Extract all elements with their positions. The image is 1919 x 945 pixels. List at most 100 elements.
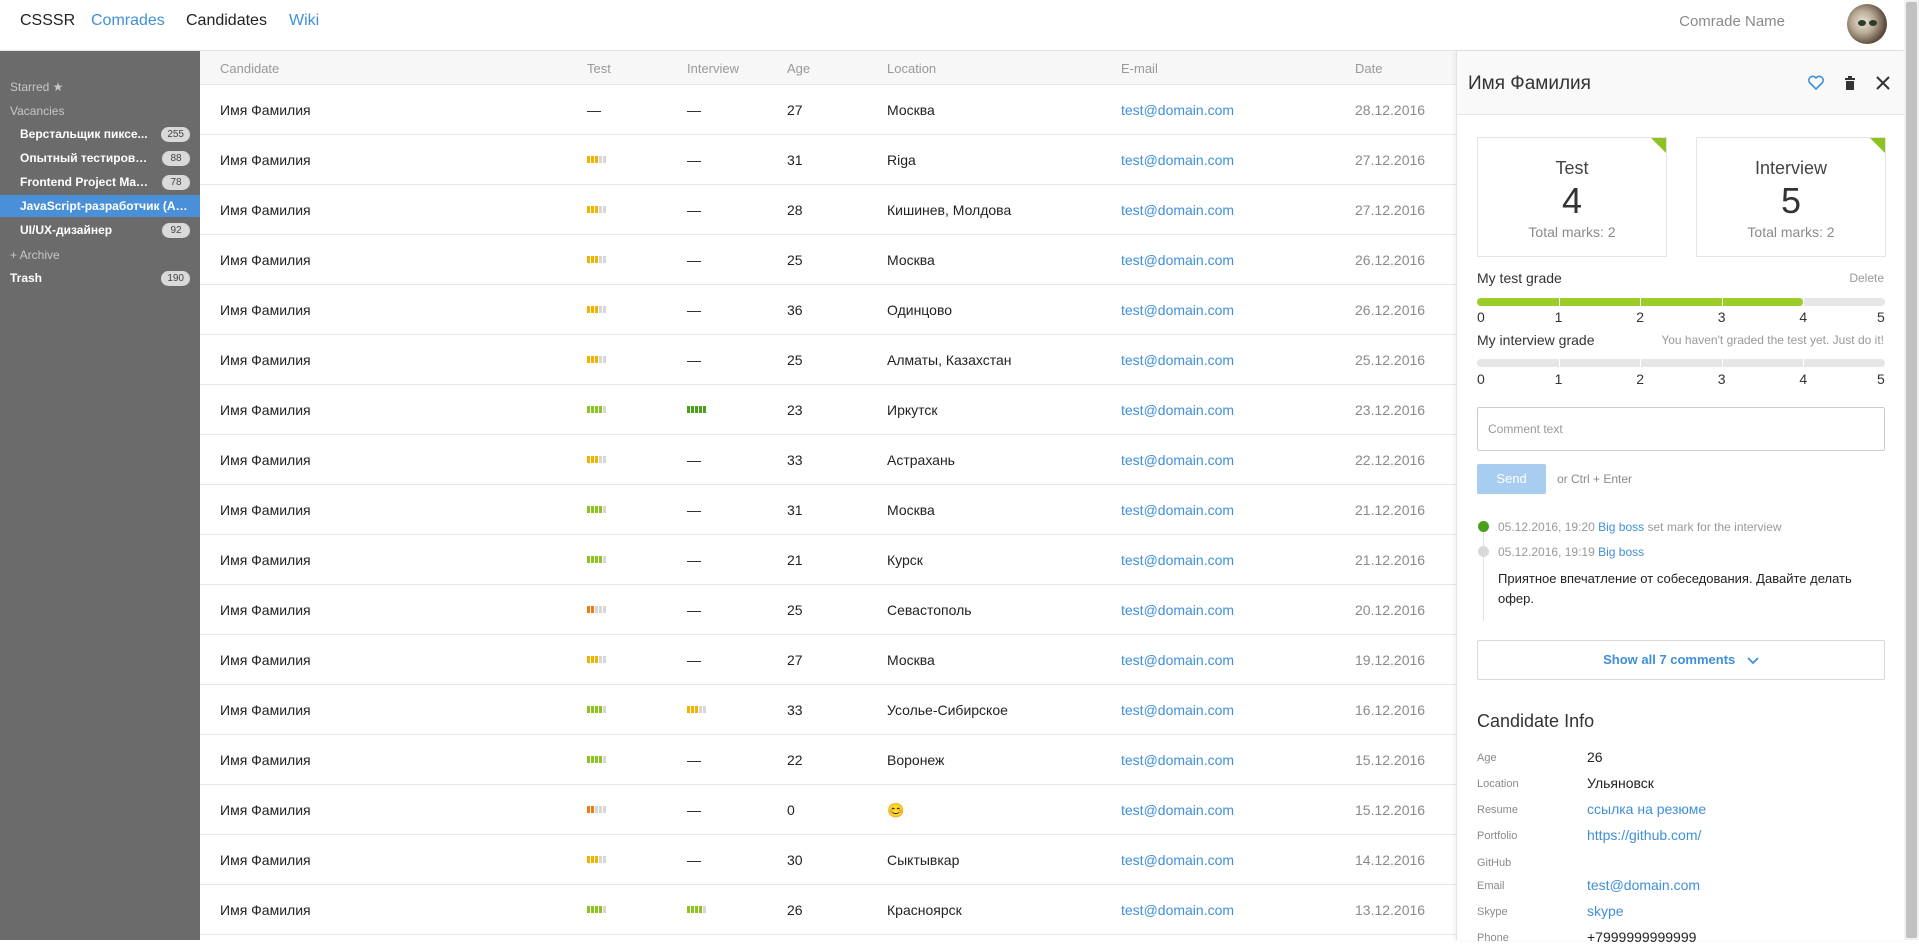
info-value-link[interactable]: skype bbox=[1587, 903, 1624, 919]
table-row[interactable]: Имя Фамилия — 0 😊 test@domain.com 15.12.2016 bbox=[200, 785, 1456, 835]
column-header-email[interactable]: E-mail bbox=[1121, 61, 1158, 76]
candidate-email-link[interactable]: test@domain.com bbox=[1121, 502, 1234, 518]
info-value-link[interactable]: https://github.com/ bbox=[1587, 827, 1701, 843]
candidate-name[interactable]: Имя Фамилия bbox=[220, 202, 311, 218]
candidate-email-link[interactable]: test@domain.com bbox=[1121, 852, 1234, 868]
table-row[interactable]: Имя Фамилия — 28 Кишинев, Молдова test@domai… bbox=[200, 185, 1456, 235]
table-row[interactable]: Имя Фамилия — 21 Курск test@domain.com 21.12.… bbox=[200, 535, 1456, 585]
table-row[interactable]: Имя Фамилия 23 Иркутск test@domain.com 23.12… bbox=[200, 385, 1456, 435]
table-row[interactable]: Имя Фамилия — 27 Москва test@domain.com 19.12… bbox=[200, 635, 1456, 685]
table-row[interactable]: Имя Фамилия 33 Усолье-Сибирское test@domain… bbox=[200, 685, 1456, 735]
timeline-author-link[interactable]: Big boss bbox=[1598, 545, 1644, 559]
candidate-name[interactable]: Имя Фамилия bbox=[220, 152, 311, 168]
send-button[interactable]: Send bbox=[1477, 464, 1546, 494]
timeline-author-link[interactable]: Big boss bbox=[1598, 520, 1644, 534]
grade-scale-number[interactable]: 5 bbox=[1877, 309, 1885, 325]
candidate-email-link[interactable]: test@domain.com bbox=[1121, 202, 1234, 218]
candidate-name[interactable]: Имя Фамилия bbox=[220, 752, 311, 768]
grade-scale-number[interactable]: 0 bbox=[1477, 371, 1485, 387]
candidate-email-link[interactable]: test@domain.com bbox=[1121, 652, 1234, 668]
table-row[interactable]: Имя Фамилия — 33 Астрахань test@domain.com 22… bbox=[200, 435, 1456, 485]
candidate-email-link[interactable]: test@domain.com bbox=[1121, 452, 1234, 468]
sidebar-item-trash[interactable]: Trash 190 bbox=[0, 267, 200, 289]
column-header-location[interactable]: Location bbox=[887, 61, 936, 76]
candidate-name[interactable]: Имя Фамилия bbox=[220, 502, 311, 518]
table-row[interactable]: Имя Фамилия — 25 Севастополь test@domain.com… bbox=[200, 585, 1456, 635]
grade-scale-number[interactable]: 3 bbox=[1718, 309, 1726, 325]
candidate-email-link[interactable]: test@domain.com bbox=[1121, 752, 1234, 768]
nav-link-comrades[interactable]: Comrades bbox=[91, 12, 165, 30]
sidebar-starred[interactable]: Starred ★ bbox=[10, 80, 63, 94]
candidate-email-link[interactable]: test@domain.com bbox=[1121, 802, 1234, 818]
sidebar-item-vacancy[interactable]: Верстальщик пиксе... 255 bbox=[0, 123, 200, 145]
candidate-name[interactable]: Имя Фамилия bbox=[220, 452, 311, 468]
table-row[interactable]: Имя Фамилия — 22 Воронеж test@domain.com 15.1… bbox=[200, 735, 1456, 785]
sidebar-item-vacancy-active[interactable]: JavaScript-разработчик (Ang... bbox=[0, 195, 200, 217]
candidate-name[interactable]: Имя Фамилия bbox=[220, 102, 311, 118]
user-name[interactable]: Comrade Name bbox=[1679, 13, 1785, 30]
grade-scale-number[interactable]: 3 bbox=[1718, 371, 1726, 387]
table-row[interactable]: Имя Фамилия — 31 Riga test@domain.com 27.12.2… bbox=[200, 135, 1456, 185]
info-value-link[interactable]: ссылка на резюме bbox=[1587, 801, 1706, 817]
sidebar-item-vacancy[interactable]: Опытный тестировщ... 88 bbox=[0, 147, 200, 169]
candidate-email-link[interactable]: test@domain.com bbox=[1121, 402, 1234, 418]
grade-scale-number[interactable]: 1 bbox=[1555, 309, 1563, 325]
grade-scale-number[interactable]: 1 bbox=[1555, 371, 1563, 387]
candidate-name[interactable]: Имя Фамилия bbox=[220, 702, 311, 718]
column-header-candidate[interactable]: Candidate bbox=[220, 61, 279, 76]
interview-grade-slider[interactable] bbox=[1477, 359, 1885, 367]
candidate-email-link[interactable]: test@domain.com bbox=[1121, 702, 1234, 718]
nav-link-wiki[interactable]: Wiki bbox=[289, 12, 319, 30]
column-header-test[interactable]: Test bbox=[587, 61, 611, 76]
heart-icon[interactable] bbox=[1806, 73, 1826, 93]
avatar[interactable] bbox=[1847, 4, 1887, 44]
candidate-name[interactable]: Имя Фамилия bbox=[220, 902, 311, 918]
comment-input[interactable]: Comment text bbox=[1477, 407, 1885, 451]
test-grade-slider[interactable] bbox=[1477, 298, 1885, 306]
table-row[interactable]: Имя Фамилия — 31 Москва test@domain.com 21.12… bbox=[200, 485, 1456, 535]
table-row[interactable]: Имя Фамилия 26 Красноярск test@domain.com 13… bbox=[200, 885, 1456, 935]
grade-scale-number[interactable]: 0 bbox=[1477, 309, 1485, 325]
candidate-name[interactable]: Имя Фамилия bbox=[220, 552, 311, 568]
candidate-name[interactable]: Имя Фамилия bbox=[220, 352, 311, 368]
candidate-email-link[interactable]: test@domain.com bbox=[1121, 552, 1234, 568]
grade-scale-number[interactable]: 5 bbox=[1877, 371, 1885, 387]
candidate-email-link[interactable]: test@domain.com bbox=[1121, 352, 1234, 368]
trash-icon[interactable] bbox=[1840, 73, 1860, 93]
table-row[interactable]: Имя Фамилия — 36 Одинцово test@domain.com 26.… bbox=[200, 285, 1456, 335]
grade-scale-number[interactable]: 2 bbox=[1636, 371, 1644, 387]
candidate-name[interactable]: Имя Фамилия bbox=[220, 302, 311, 318]
sidebar-item-vacancy[interactable]: UI/UX-дизайнер 92 bbox=[0, 219, 200, 241]
candidate-email-link[interactable]: test@domain.com bbox=[1121, 252, 1234, 268]
candidate-email-link[interactable]: test@domain.com bbox=[1121, 902, 1234, 918]
candidate-name[interactable]: Имя Фамилия bbox=[220, 852, 311, 868]
show-all-comments-button[interactable]: Show all 7 comments bbox=[1477, 640, 1885, 680]
column-header-interview[interactable]: Interview bbox=[687, 61, 739, 76]
candidate-email-link[interactable]: test@domain.com bbox=[1121, 102, 1234, 118]
column-header-age[interactable]: Age bbox=[787, 61, 810, 76]
table-row[interactable]: Имя Фамилия — 25 Алматы, Казахстан test@doma… bbox=[200, 335, 1456, 385]
sidebar-archive[interactable]: + Archive bbox=[10, 248, 60, 262]
nav-link-candidates[interactable]: Candidates bbox=[186, 12, 267, 30]
grade-scale-number[interactable]: 4 bbox=[1799, 371, 1807, 387]
delete-grade-link[interactable]: Delete bbox=[1849, 271, 1884, 285]
candidate-email-link[interactable]: test@domain.com bbox=[1121, 152, 1234, 168]
scrollbar-thumb[interactable] bbox=[1906, 2, 1917, 938]
candidate-email-link[interactable]: test@domain.com bbox=[1121, 602, 1234, 618]
candidate-name[interactable]: Имя Фамилия bbox=[220, 402, 311, 418]
candidate-name[interactable]: Имя Фамилия bbox=[220, 652, 311, 668]
candidate-name[interactable]: Имя Фамилия bbox=[220, 802, 311, 818]
info-value-link[interactable]: test@domain.com bbox=[1587, 877, 1700, 893]
sidebar-item-vacancy[interactable]: Frontend Project Mana... 78 bbox=[0, 171, 200, 193]
grade-scale-number[interactable]: 4 bbox=[1799, 309, 1807, 325]
column-header-date[interactable]: Date bbox=[1355, 61, 1382, 76]
table-row[interactable]: Имя Фамилия — 25 Москва test@domain.com 26.12… bbox=[200, 235, 1456, 285]
grade-scale-number[interactable]: 2 bbox=[1636, 309, 1644, 325]
brand-logo[interactable]: CSSSR bbox=[20, 12, 75, 30]
candidate-email-link[interactable]: test@domain.com bbox=[1121, 302, 1234, 318]
table-row[interactable]: Имя Фамилия — 30 Сыктывкар test@domain.com 14… bbox=[200, 835, 1456, 885]
candidate-name[interactable]: Имя Фамилия bbox=[220, 252, 311, 268]
candidate-name[interactable]: Имя Фамилия bbox=[220, 602, 311, 618]
close-icon[interactable] bbox=[1873, 73, 1893, 93]
table-row[interactable]: Имя Фамилия — — 27 Москва test@domain.com 28.1… bbox=[200, 85, 1456, 135]
